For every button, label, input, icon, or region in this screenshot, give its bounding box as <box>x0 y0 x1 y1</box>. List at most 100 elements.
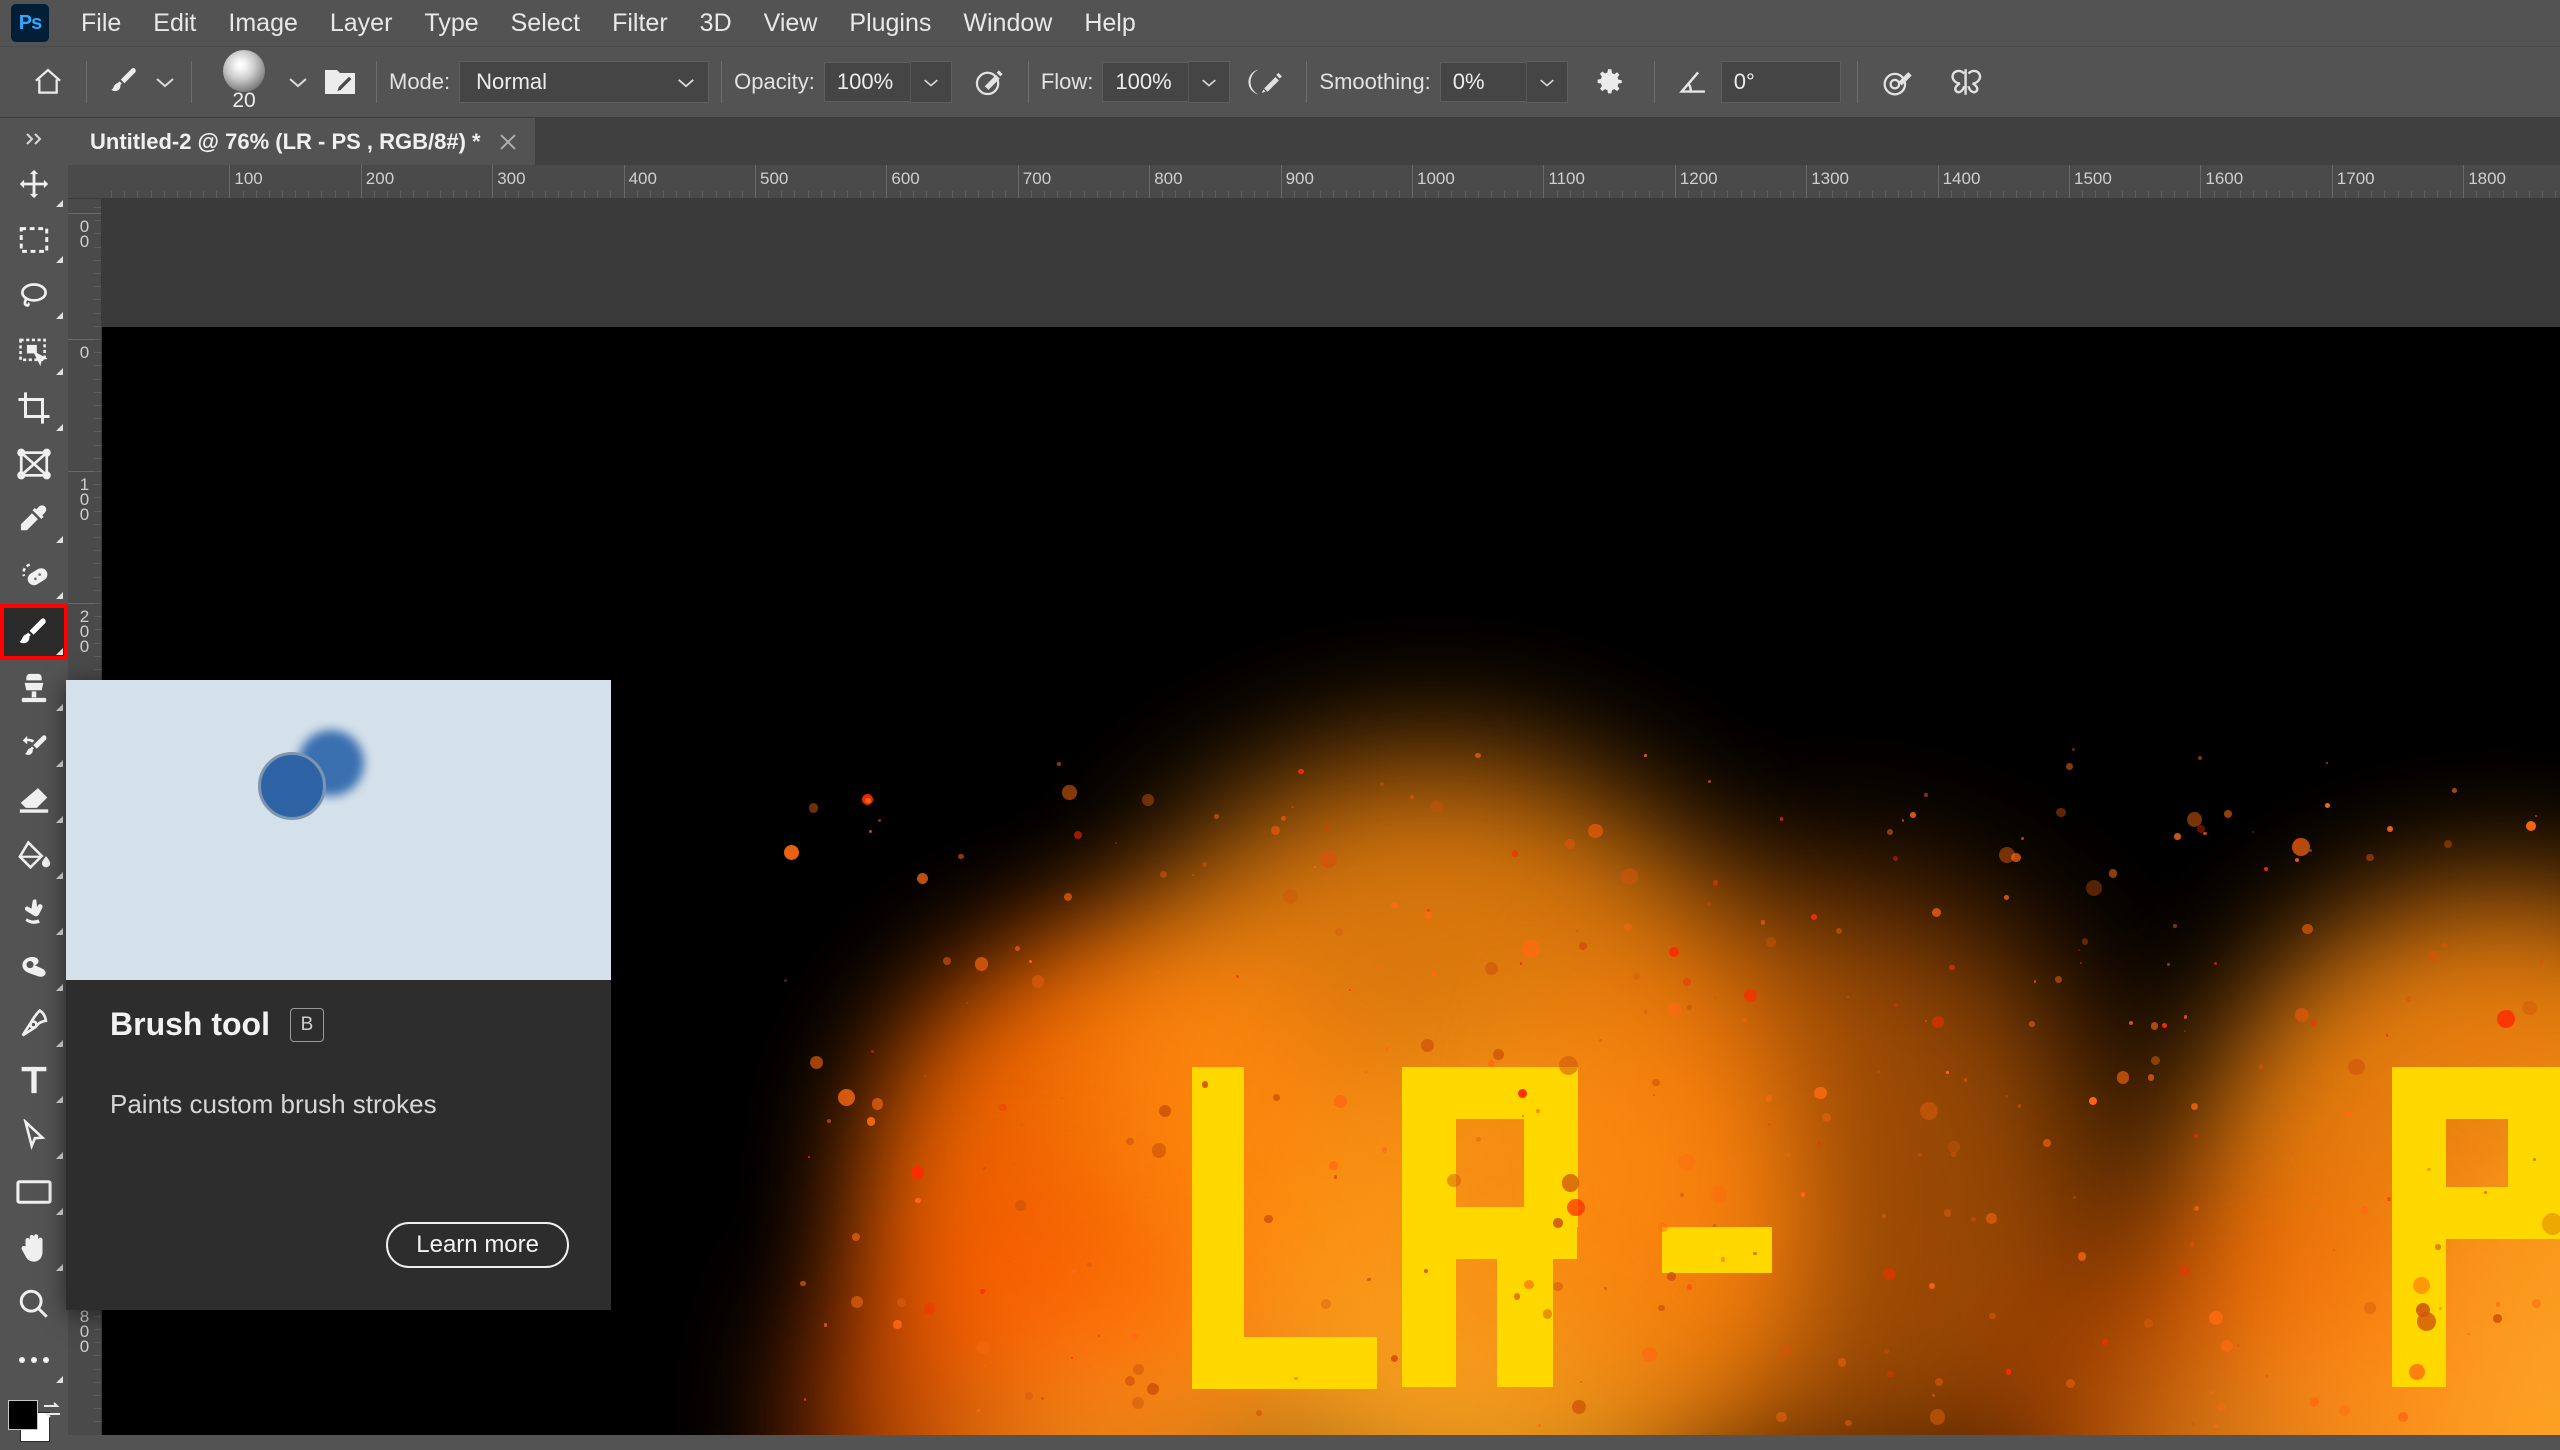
tool-zoom[interactable] <box>0 1276 68 1332</box>
menu-type[interactable]: Type <box>408 5 494 42</box>
ruler-minor-tick <box>94 629 101 630</box>
tool-object-selection[interactable] <box>0 324 68 380</box>
ruler-minor-tick <box>94 537 101 538</box>
color-swatches[interactable] <box>0 1388 68 1450</box>
ruler-minor-tick <box>1189 191 1190 198</box>
ember-spark <box>1427 909 1430 912</box>
tool-edit-toolbar-more[interactable] <box>0 1332 68 1388</box>
blend-mode-select[interactable]: Normal <box>459 61 709 103</box>
ruler-minor-tick <box>952 191 953 198</box>
ruler-minor-tick <box>1885 191 1886 198</box>
airbrush-icon[interactable] <box>1240 57 1294 107</box>
tool-frame[interactable] <box>0 436 68 492</box>
tool-clone-stamp[interactable] <box>0 660 68 716</box>
swap-colors-icon[interactable] <box>40 1398 64 1422</box>
ember-spark <box>2029 1021 2035 1027</box>
symmetry-butterfly-icon[interactable] <box>1940 57 1994 107</box>
ruler-minor-tick <box>1267 191 1268 198</box>
tool-spot-healing-brush[interactable] <box>0 548 68 604</box>
ember-spark <box>2386 1034 2388 1036</box>
flow-caret-icon[interactable] <box>1188 61 1230 103</box>
gear-icon[interactable] <box>1582 57 1636 107</box>
tool-rectangular-marquee[interactable] <box>0 212 68 268</box>
pressure-size-icon[interactable] <box>1870 57 1924 107</box>
tool-eraser[interactable] <box>0 772 68 828</box>
ruler-minor-tick <box>1754 191 1755 198</box>
foreground-color-swatch[interactable] <box>8 1400 38 1430</box>
photoshop-logo: Ps <box>11 4 49 42</box>
ember-spark <box>1493 1049 1504 1060</box>
ruler-minor-tick <box>1609 191 1610 198</box>
menu-layer[interactable]: Layer <box>314 5 409 42</box>
tool-history-brush[interactable] <box>0 716 68 772</box>
tool-dodge[interactable] <box>0 940 68 996</box>
tool-smudge[interactable] <box>0 884 68 940</box>
menu-file[interactable]: File <box>65 5 137 42</box>
menu-image[interactable]: Image <box>212 5 313 42</box>
ruler-minor-tick <box>1425 191 1426 198</box>
tool-move[interactable] <box>0 156 68 212</box>
menu-window[interactable]: Window <box>947 5 1068 42</box>
ember-spark <box>1838 1358 1846 1366</box>
tool-pen[interactable] <box>0 996 68 1052</box>
ruler-label: 1700 <box>2332 169 2375 189</box>
ember-spark <box>1687 1284 1692 1289</box>
ember-spark <box>2082 938 2088 944</box>
brush-size-preview[interactable]: 20 <box>204 51 284 113</box>
ember-spark <box>2361 1206 2369 1214</box>
brush-size-caret-icon[interactable] <box>284 59 312 105</box>
ember-spark <box>2348 1059 2364 1075</box>
menu-view[interactable]: View <box>748 5 834 42</box>
ember-spark <box>2194 1134 2197 1137</box>
ember-spark <box>1930 1409 1945 1424</box>
opacity-caret-icon[interactable] <box>910 61 952 103</box>
tooltip-title-row: Brush tool B <box>110 1006 567 1043</box>
ember-spark <box>1283 889 1298 904</box>
ember-spark <box>1579 942 1586 949</box>
tool-crop[interactable] <box>0 380 68 436</box>
learn-more-button[interactable]: Learn more <box>386 1222 569 1268</box>
menu-filter[interactable]: Filter <box>596 5 684 42</box>
tool-lasso[interactable] <box>0 268 68 324</box>
opacity-input[interactable]: 100% <box>824 62 910 102</box>
tool-brush[interactable] <box>0 604 68 660</box>
tool-tooltip-popup: Brush tool B Paints custom brush strokes… <box>66 680 611 1310</box>
document-tab[interactable]: Untitled-2 @ 76% (LR - PS , RGB/8#) * <box>68 118 535 165</box>
tool-eyedropper[interactable] <box>0 492 68 548</box>
brush-preset-icon[interactable] <box>99 57 151 107</box>
ember-spark <box>1753 1252 1756 1255</box>
flow-input[interactable]: 100% <box>1102 62 1188 102</box>
brush-angle-input[interactable]: 0° <box>1721 61 1841 103</box>
ruler-minor-tick <box>2253 191 2254 198</box>
expand-toolbar-icon[interactable] <box>0 122 68 156</box>
ember-spark <box>1559 1056 1578 1075</box>
tool-gradient[interactable] <box>0 828 68 884</box>
ruler-minor-tick <box>2056 191 2057 198</box>
menu-help[interactable]: Help <box>1068 5 1151 42</box>
menu-plugins[interactable]: Plugins <box>833 5 947 42</box>
menu-select[interactable]: Select <box>495 5 596 42</box>
tool-rectangle[interactable] <box>0 1164 68 1220</box>
ruler-minor-tick <box>2555 191 2556 198</box>
ember-spark <box>1882 1214 1885 1217</box>
menu-3d[interactable]: 3D <box>684 5 748 42</box>
close-icon[interactable] <box>495 129 521 155</box>
angle-icon[interactable] <box>1667 57 1721 107</box>
ember-spark <box>1667 1272 1676 1281</box>
tool-path-selection[interactable] <box>0 1108 68 1164</box>
brush-preset-caret-icon[interactable] <box>151 59 179 105</box>
ember-spark <box>2444 840 2452 848</box>
ember-spark <box>1273 1094 1280 1101</box>
ember-spark <box>2066 1379 2075 1388</box>
ember-spark <box>1565 839 1574 848</box>
pressure-opacity-icon[interactable] <box>962 57 1016 107</box>
home-icon[interactable] <box>22 57 74 107</box>
menu-edit[interactable]: Edit <box>137 5 212 42</box>
brush-settings-panel-icon[interactable] <box>316 59 364 105</box>
ember-spark <box>1986 1213 1997 1224</box>
tool-horizontal-type[interactable] <box>0 1052 68 1108</box>
tool-hand[interactable] <box>0 1220 68 1276</box>
smoothing-caret-icon[interactable] <box>1526 61 1568 103</box>
smoothing-input[interactable]: 0% <box>1440 62 1526 102</box>
ember-spark <box>2409 1364 2425 1380</box>
